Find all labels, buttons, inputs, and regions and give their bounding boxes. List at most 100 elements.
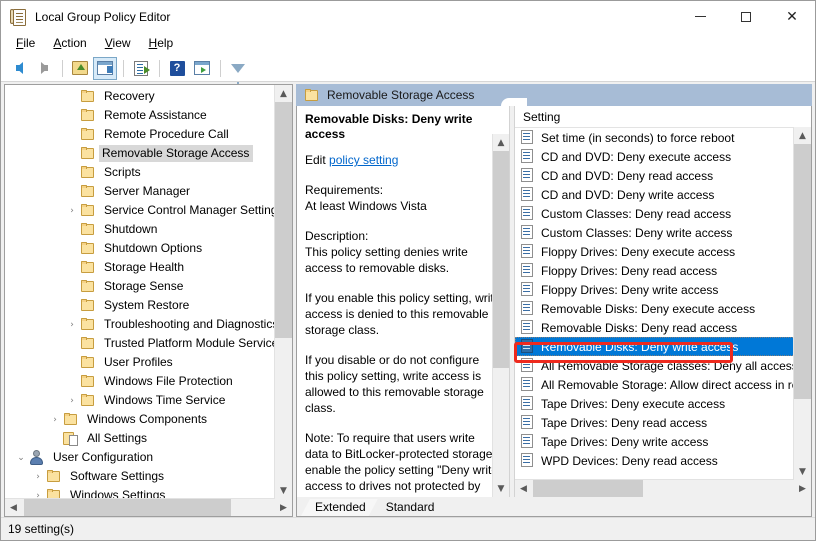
tree-item-windows-settings[interactable]: › Windows Settings (5, 486, 292, 498)
detail-scroll-up-button[interactable]: ▲ (493, 134, 509, 151)
list-scroll-thumb[interactable] (794, 144, 811, 400)
tree-item-recovery[interactable]: Recovery (5, 87, 292, 106)
tree-hscroll-thumb[interactable] (24, 499, 232, 516)
settings-list-row[interactable]: CD and DVD: Deny read access (515, 166, 811, 185)
tree-item-shutdown[interactable]: Shutdown (5, 220, 292, 239)
forward-button[interactable] (32, 57, 56, 80)
tree-item-troubleshooting-and-diagnostics[interactable]: › Troubleshooting and Diagnostics (5, 315, 292, 334)
chevron-down-icon[interactable]: ⌄ (13, 450, 29, 466)
settings-list-row[interactable]: Set time (in seconds) to force reboot (515, 128, 811, 147)
tree-item-storage-sense[interactable]: Storage Sense (5, 277, 292, 296)
settings-list-row[interactable]: All Removable Storage: Allow direct acce… (515, 375, 811, 394)
console-tree[interactable]: Recovery Remote Assistance Remote Procedur… (5, 85, 292, 498)
tree-hscroll-track[interactable] (22, 499, 275, 516)
tree-vertical-scrollbar[interactable]: ▲ ▼ (274, 85, 292, 499)
tree-item-software-settings[interactable]: › Software Settings (5, 467, 292, 486)
chevron-right-icon[interactable]: › (30, 488, 46, 499)
tree-item-storage-health[interactable]: Storage Health (5, 258, 292, 277)
detail-scroll-thumb[interactable] (493, 151, 509, 369)
tree-scroll-up-button[interactable]: ▲ (275, 85, 292, 102)
tree-item-service-control-manager-setting[interactable]: › Service Control Manager Setting (5, 201, 292, 220)
folder-icon (46, 470, 62, 483)
show-hide-action-pane-button[interactable] (190, 57, 214, 80)
settings-list-row[interactable]: Floppy Drives: Deny execute access (515, 242, 811, 261)
tree-item-removable-storage-access[interactable]: Removable Storage Access (5, 144, 292, 163)
detail-vertical-scrollbar[interactable]: ▲ ▼ (492, 134, 509, 497)
settings-list-row[interactable]: Removable Disks: Deny execute access (515, 299, 811, 318)
settings-list-row[interactable]: WPD Devices: Deny read access (515, 451, 811, 470)
menu-view[interactable]: View (96, 34, 140, 53)
list-vertical-scrollbar[interactable]: ▲ ▼ (793, 127, 811, 480)
folder-icon (80, 261, 96, 274)
show-hide-console-tree-button[interactable] (93, 56, 117, 80)
list-horizontal-scrollbar[interactable]: ◀ ▶ (515, 479, 811, 497)
settings-list-row[interactable]: Custom Classes: Deny write access (515, 223, 811, 242)
tab-extended[interactable]: Extended (301, 499, 378, 516)
tree-item-windows-components[interactable]: › Windows Components (5, 410, 292, 429)
minimize-button[interactable] (677, 1, 723, 32)
tree-item-shutdown-options[interactable]: Shutdown Options (5, 239, 292, 258)
tree-item-system-restore[interactable]: System Restore (5, 296, 292, 315)
settings-list-row[interactable]: Floppy Drives: Deny read access (515, 261, 811, 280)
settings-list-row[interactable]: Custom Classes: Deny read access (515, 204, 811, 223)
back-button[interactable] (7, 57, 31, 80)
help-icon: ? (169, 60, 185, 76)
settings-list-row[interactable]: CD and DVD: Deny write access (515, 185, 811, 204)
minimize-icon (694, 16, 706, 17)
tree-item-remote-procedure-call[interactable]: Remote Procedure Call (5, 125, 292, 144)
help-button[interactable]: ? (165, 57, 189, 80)
tree-item-trusted-platform-module-services[interactable]: Trusted Platform Module Services (5, 334, 292, 353)
export-list-button[interactable] (129, 57, 153, 80)
tree-scroll-thumb[interactable] (275, 102, 292, 338)
menu-help[interactable]: Help (140, 34, 183, 53)
list-hscroll-left-button[interactable]: ◀ (515, 480, 532, 497)
chevron-right-icon[interactable]: › (30, 469, 46, 485)
maximize-button[interactable] (723, 1, 769, 32)
detail-scroll-track[interactable] (493, 151, 509, 480)
settings-list-row[interactable]: Tape Drives: Deny execute access (515, 394, 811, 413)
list-hscroll-thumb[interactable] (533, 480, 644, 497)
tree-item-user-profiles[interactable]: User Profiles (5, 353, 292, 372)
list-scroll-down-button[interactable]: ▼ (794, 463, 811, 480)
menu-action[interactable]: Action (44, 34, 95, 53)
tree-item-windows-time-service[interactable]: › Windows Time Service (5, 391, 292, 410)
chevron-right-icon[interactable]: › (64, 203, 80, 219)
tree-item-user-configuration[interactable]: ⌄ User Configuration (5, 448, 292, 467)
list-scroll-track[interactable] (794, 144, 811, 463)
show-hide-console-tree-icon (97, 61, 113, 75)
detail-scroll-down-button[interactable]: ▼ (493, 480, 509, 497)
tab-standard[interactable]: Standard (372, 499, 447, 516)
tree-item-remote-assistance[interactable]: Remote Assistance (5, 106, 292, 125)
menu-file[interactable]: File (7, 34, 44, 53)
chevron-right-icon[interactable]: › (64, 317, 80, 333)
tree-horizontal-scrollbar[interactable]: ◀ ▶ (5, 498, 292, 516)
settings-list-row[interactable]: Tape Drives: Deny read access (515, 413, 811, 432)
list-hscroll-track[interactable] (532, 480, 794, 497)
tree-item-server-manager[interactable]: Server Manager (5, 182, 292, 201)
policy-setting-link[interactable]: policy setting (329, 153, 398, 167)
tree-scroll-down-button[interactable]: ▼ (275, 482, 292, 499)
tree-item-scripts[interactable]: Scripts (5, 163, 292, 182)
close-button[interactable]: ✕ (769, 1, 815, 32)
filter-button[interactable] (226, 57, 250, 87)
chevron-right-icon[interactable]: › (47, 412, 63, 428)
tree-hscroll-left-button[interactable]: ◀ (5, 499, 22, 516)
tree-item-windows-file-protection[interactable]: Windows File Protection (5, 372, 292, 391)
settings-list-row[interactable]: Floppy Drives: Deny write access (515, 280, 811, 299)
list-hscroll-right-button[interactable]: ▶ (794, 480, 811, 497)
tree-item-all-settings[interactable]: All Settings (5, 429, 292, 448)
settings-list[interactable]: Set time (in seconds) to force reboot CD … (515, 128, 811, 479)
settings-list-row[interactable]: All Removable Storage classes: Deny all … (515, 356, 811, 375)
policy-detail-pane: Removable Disks: Deny write access Edit … (297, 106, 509, 497)
up-one-level-button[interactable] (68, 57, 92, 80)
chevron-right-icon[interactable]: › (64, 393, 80, 409)
settings-list-row[interactable]: Tape Drives: Deny write access (515, 432, 811, 451)
tree-scroll-track[interactable] (275, 102, 292, 482)
settings-list-row[interactable]: CD and DVD: Deny execute access (515, 147, 811, 166)
list-scroll-up-button[interactable]: ▲ (794, 127, 811, 144)
settings-list-row-selected[interactable]: Removable Disks: Deny write access (515, 337, 811, 356)
tree-hscroll-right-button[interactable]: ▶ (275, 499, 292, 516)
settings-list-row[interactable]: Removable Disks: Deny read access (515, 318, 811, 337)
settings-column-header[interactable]: Setting (515, 106, 811, 128)
